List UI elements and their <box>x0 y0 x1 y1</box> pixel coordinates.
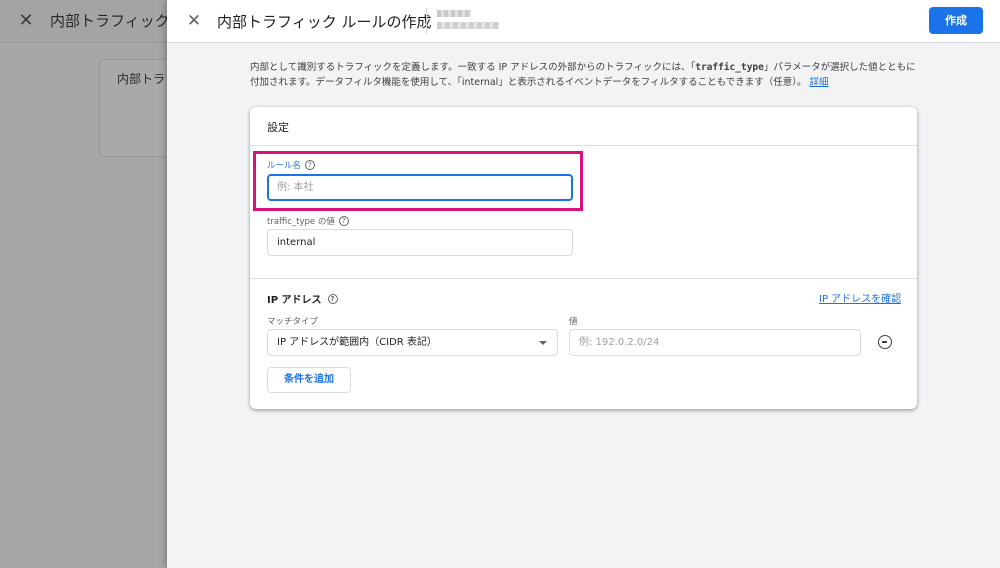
settings-card: 設定 ルール名 ? traffic_type の値 ? IP アドレス ? IP… <box>250 107 917 409</box>
learn-more-link[interactable]: 詳細 <box>810 77 829 88</box>
ip-section-title: IP アドレス ? <box>267 291 338 306</box>
section-divider <box>250 278 917 279</box>
match-type-value: IP アドレスが範囲内（CIDR 表記） <box>277 337 437 348</box>
chevron-down-icon <box>539 341 547 345</box>
redacted-account-name <box>437 8 501 32</box>
description-text: 内部として識別するトラフィックを定義します。一致する IP アドレスの外部からの… <box>250 60 920 90</box>
ip-section-title-text: IP アドレス <box>267 295 322 306</box>
match-type-label: マッチタイプ <box>267 315 318 327</box>
add-condition-button[interactable]: 条件を追加 <box>267 367 351 393</box>
traffic-type-label: traffic_type の値 ? <box>267 215 349 227</box>
description-part1: 内部として識別するトラフィックを定義します。一致する IP アドレスの外部からの… <box>250 62 696 73</box>
close-icon[interactable]: ✕ <box>183 9 205 33</box>
create-rule-panel: ✕ 内部トラフィック ルールの作成 作成 内部として識別するトラフィックを定義し… <box>167 0 1000 568</box>
match-type-label-text: マッチタイプ <box>267 317 319 327</box>
rule-name-label-text: ルール名 <box>267 161 302 171</box>
check-ip-link[interactable]: IP アドレスを確認 <box>819 290 901 305</box>
create-button[interactable]: 作成 <box>929 7 983 34</box>
panel-header: ✕ 内部トラフィック ルールの作成 作成 <box>167 0 1000 43</box>
help-icon[interactable]: ? <box>327 293 338 304</box>
card-divider <box>250 145 917 146</box>
remove-circle-icon[interactable] <box>878 335 892 349</box>
help-icon[interactable]: ? <box>305 160 316 170</box>
rule-name-input[interactable] <box>267 174 573 201</box>
settings-title: 設定 <box>267 121 289 134</box>
traffic-type-label-text: traffic_type の値 <box>267 217 335 227</box>
match-type-select[interactable]: IP アドレスが範囲内（CIDR 表記） <box>267 329 558 356</box>
ip-value-input[interactable] <box>569 329 861 356</box>
description-code: traffic_type <box>695 62 764 73</box>
background-close-icon: ✕ <box>18 10 34 31</box>
value-label-text: 値 <box>569 317 578 327</box>
value-label: 値 <box>569 315 578 327</box>
rule-name-label: ルール名 ? <box>267 159 316 171</box>
title-divider <box>426 8 427 34</box>
background-title: 内部トラフィックの <box>50 12 185 30</box>
traffic-type-input[interactable] <box>267 229 573 256</box>
page-title: 内部トラフィック ルールの作成 <box>217 13 432 31</box>
help-icon[interactable]: ? <box>338 216 349 226</box>
